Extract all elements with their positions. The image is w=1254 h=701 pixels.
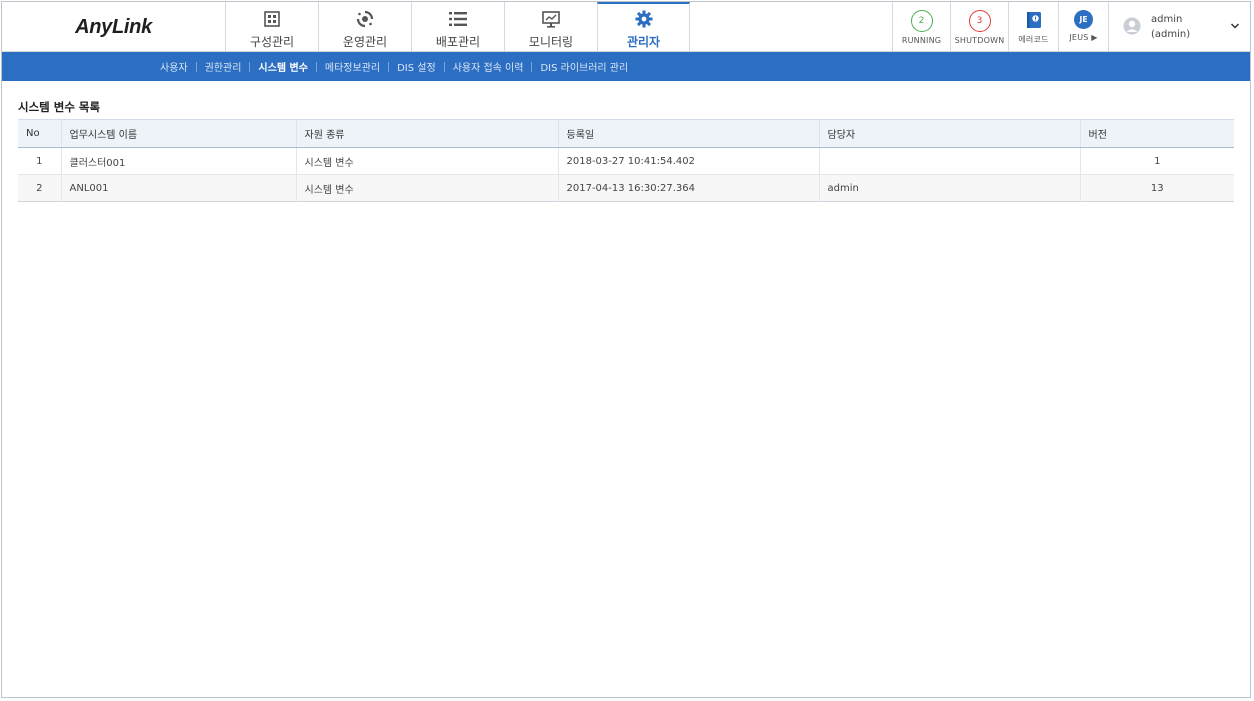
cell-no: 1	[36, 155, 43, 167]
tab-monitoring[interactable]: 모니터링	[504, 2, 597, 52]
top-header: AnyLink 구성관리 운영관리 배포관리 모니터링 관리자 2 RUNNIN…	[2, 2, 1250, 52]
subnav-item-access-history[interactable]: 사용자 접속 이력	[453, 59, 524, 74]
subnav-item-permissions[interactable]: 권한관리	[205, 59, 242, 74]
tab-admin[interactable]: 관리자	[597, 2, 690, 52]
cell-system-name: ANL001	[60, 174, 296, 202]
tab-configuration[interactable]: 구성관리	[225, 2, 318, 52]
tab-monitoring-label: 모니터링	[528, 35, 574, 49]
list-icon	[448, 9, 468, 29]
table-row[interactable]: 1 클러스터001 시스템 변수 2018-03-27 10:41:54.402…	[18, 147, 1234, 175]
cell-registered-date: 2017-04-13 16:30:27.364	[557, 174, 819, 202]
tab-deployment-label: 배포관리	[435, 35, 481, 49]
tab-configuration-label: 구성관리	[249, 35, 295, 49]
subnav-divider	[315, 61, 317, 72]
cell-owner	[818, 147, 1080, 175]
running-status[interactable]: 2 RUNNING	[892, 2, 950, 52]
tab-deployment[interactable]: 배포관리	[411, 2, 504, 52]
column-header-system-name[interactable]: 업무시스템 이름	[60, 119, 296, 148]
column-header-owner[interactable]: 담당자	[818, 119, 1080, 148]
chevron-down-icon[interactable]	[1230, 20, 1240, 33]
app-logo[interactable]: AnyLink	[2, 2, 225, 52]
cell-registered-date: 2018-03-27 10:41:54.402	[557, 147, 819, 175]
jeus-label: JEUS ▶	[1069, 33, 1098, 42]
jeus-badge: JE	[1074, 10, 1093, 29]
cell-version: 1	[1079, 147, 1234, 175]
table-row[interactable]: 2 ANL001 시스템 변수 2017-04-13 16:30:27.364 …	[18, 174, 1234, 202]
subnav-item-system-variables[interactable]: 시스템 변수	[258, 59, 307, 74]
column-header-version[interactable]: 버전	[1079, 119, 1234, 148]
column-header-resource-type[interactable]: 자원 종류	[295, 119, 558, 148]
cell-no: 2	[36, 182, 43, 194]
user-menu[interactable]: admin (admin)	[1108, 2, 1250, 52]
cell-version: 13	[1079, 174, 1234, 202]
subnav-divider	[531, 61, 533, 72]
subnav-item-users[interactable]: 사용자	[160, 59, 188, 74]
column-header-registered-date[interactable]: 등록일	[557, 119, 819, 148]
system-variables-table: No 업무시스템 이름 자원 종류 등록일 담당자 버전 1 클러스터001 시…	[18, 119, 1234, 202]
column-header-no[interactable]: No	[18, 119, 61, 148]
error-book-icon	[1024, 10, 1044, 30]
gear-icon	[634, 9, 654, 29]
cell-resource-type: 시스템 변수	[295, 174, 558, 202]
status-area: 2 RUNNING 3 SHUTDOWN 에러코드 JE JEUS ▶ admi…	[892, 2, 1250, 52]
cell-resource-type: 시스템 변수	[295, 147, 558, 175]
jeus-button[interactable]: JE JEUS ▶	[1058, 2, 1108, 52]
operation-icon	[355, 9, 375, 29]
sub-navigation: 사용자 권한관리 시스템 변수 메타정보관리 DIS 설정 사용자 접속 이력 …	[2, 52, 1250, 81]
user-name: admin	[1151, 14, 1183, 25]
tab-operation-label: 운영관리	[342, 35, 388, 49]
shutdown-status[interactable]: 3 SHUTDOWN	[950, 2, 1008, 52]
subnav-divider	[443, 61, 445, 72]
app-window: AnyLink 구성관리 운영관리 배포관리 모니터링 관리자 2 RUNNIN…	[1, 1, 1251, 698]
tab-admin-label: 관리자	[626, 35, 661, 49]
shutdown-count-badge: 3	[968, 10, 991, 32]
page-title: 시스템 변수 목록	[18, 100, 101, 114]
tab-operation[interactable]: 운영관리	[318, 2, 411, 52]
user-role: (admin)	[1151, 29, 1191, 40]
running-label: RUNNING	[901, 36, 942, 45]
cell-owner: admin	[818, 174, 1080, 202]
error-code-button[interactable]: 에러코드	[1008, 2, 1058, 52]
subnav-divider	[388, 61, 390, 72]
monitor-icon	[541, 9, 561, 29]
subnav-item-dis-library[interactable]: DIS 라이브러리 관리	[540, 59, 628, 74]
grid-icon	[262, 9, 282, 29]
subnav-divider	[195, 61, 197, 72]
subnav-divider	[249, 61, 251, 72]
subnav-item-dis-settings[interactable]: DIS 설정	[397, 59, 436, 74]
user-names: admin (admin)	[1151, 12, 1190, 42]
avatar	[1123, 17, 1141, 38]
error-code-label: 에러코드	[1018, 35, 1049, 44]
shutdown-label: SHUTDOWN	[954, 36, 1005, 45]
table-header-row: No 업무시스템 이름 자원 종류 등록일 담당자 버전	[18, 119, 1234, 148]
running-count-badge: 2	[910, 10, 933, 32]
cell-system-name: 클러스터001	[60, 147, 296, 175]
main-nav: 구성관리 운영관리 배포관리 모니터링 관리자	[225, 2, 690, 52]
subnav-item-metadata[interactable]: 메타정보관리	[325, 59, 380, 74]
